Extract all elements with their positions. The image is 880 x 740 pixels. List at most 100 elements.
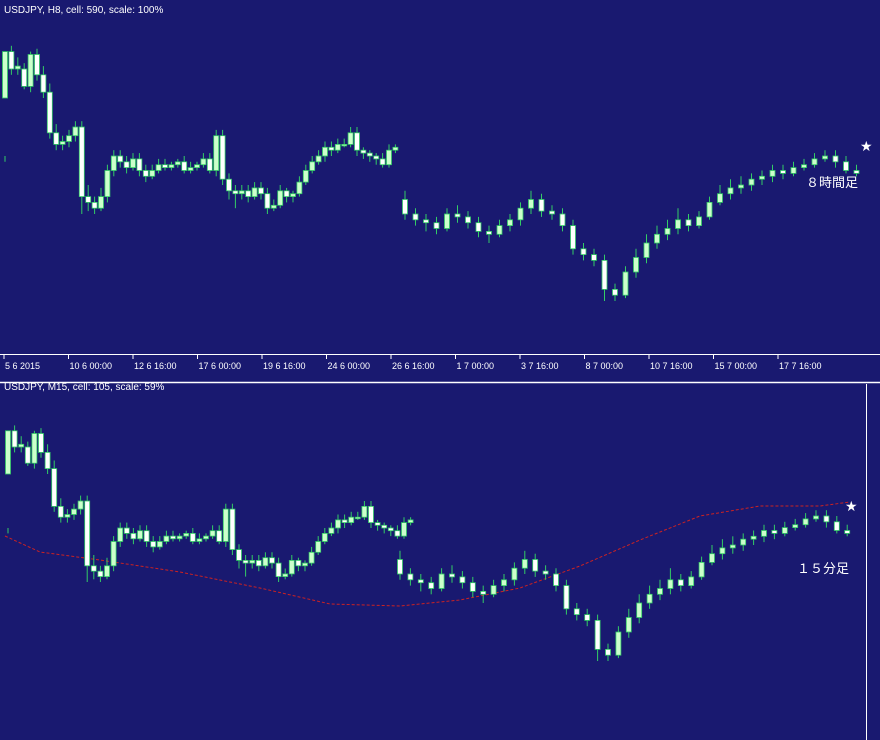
h8-candle [354,127,360,156]
candle-body [366,152,373,157]
candle-body [91,201,98,209]
m15-candle [361,501,368,520]
candle-body [480,591,487,595]
m15-candle [667,568,674,595]
h8-candle [251,182,258,200]
m15-candle [71,503,77,520]
h8-candle [373,153,380,165]
candle-body [226,178,232,192]
candle-body [465,216,471,224]
h8-panel: USDJPY, H8, cell: 590, scale: 100% ８時間足 … [0,5,880,371]
candle-body [444,213,450,229]
candle-body [423,219,429,224]
h8-candle [162,158,168,171]
h8-candle [538,193,545,217]
m15-candle [833,516,840,534]
candle-body [511,567,518,581]
candle-body [251,187,258,197]
h8-candle [412,208,419,226]
m15-candle [469,576,476,598]
candle-body [654,233,660,244]
candle-body [24,446,31,464]
candle-body [59,141,66,145]
m15-candle [203,533,209,542]
m15-candle [143,525,150,547]
candle-body [633,257,639,273]
h8-candle [168,161,175,171]
candle-body [283,190,290,198]
candle-body [407,519,414,524]
m15-candle [242,555,249,577]
candle-body [130,158,136,168]
candle-body [853,170,860,174]
m15-star-marker: ★ [845,499,858,515]
candle-body [84,500,91,567]
m15-candle [381,522,388,534]
candle-body [196,538,203,542]
candle-body [309,161,316,171]
candle-body [174,161,181,166]
h8-candle [270,199,277,212]
h8-candle [226,173,232,200]
candle-body [559,213,566,227]
m15-candle [480,585,487,603]
h8-candle [738,176,744,194]
candle-body [72,126,79,137]
h8-candle [123,156,130,174]
m15-candle [189,528,196,545]
m15-candle [761,524,767,543]
candle-body [490,585,497,595]
candle-body [34,54,40,76]
m15-candle [459,571,466,589]
x-tick-label: 24 6 00:00 [328,361,371,371]
candle-body [501,579,507,586]
m15-candle [511,562,518,586]
candle-body [748,178,755,186]
m15-candle [209,525,216,539]
x-tick-label: 8 7 00:00 [586,361,624,371]
m15-candle [428,576,435,595]
h8-candle [612,283,618,301]
candle-body [407,573,414,581]
h8-candle [155,158,162,174]
h8-candle [822,150,828,162]
h8-candle [98,187,104,212]
h8-candle [59,135,66,151]
candle-body [580,248,587,256]
m15-candle [771,524,778,540]
candle-body [769,170,776,177]
candle-body [454,213,461,218]
h8-candle [341,138,348,148]
candle-body [392,146,399,151]
h8-candles [2,45,860,301]
candle-body [469,582,476,592]
h8-candle [706,196,713,220]
m15-candle [288,555,295,577]
candle-body [46,91,53,134]
candle-body [117,155,124,163]
h8-candle [104,164,111,203]
h8-candle [238,185,245,200]
h8-candle [517,202,524,226]
m15-candle [740,533,747,551]
candle-body [290,193,296,197]
h8-candle [769,164,776,183]
m15-candle [341,514,348,528]
m15-candle [417,574,424,592]
candle-body [667,579,674,589]
m15-candle [150,536,157,553]
h8-candle [549,205,555,220]
h8-candle [200,153,207,168]
h8-candle [78,121,85,214]
candle-body [542,570,549,575]
m15-candle [688,571,695,589]
h8-candle [142,164,149,183]
candle-body [374,522,381,526]
candle-body [459,576,466,584]
h8-candle [475,216,482,238]
h8-candle [53,124,60,151]
candle-body [717,193,723,203]
m15-candle [553,568,559,592]
candle-body [53,132,60,145]
m15-candle [348,511,355,526]
